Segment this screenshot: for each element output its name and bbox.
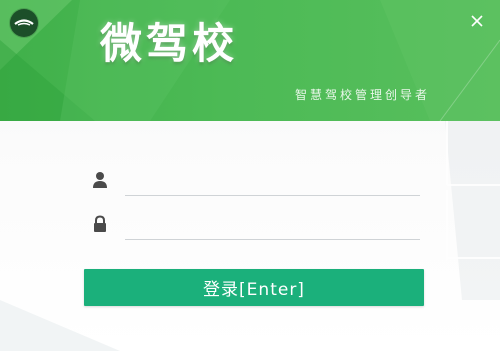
user-icon — [93, 172, 107, 188]
header-banner: 微驾校 智慧驾校管理创导者 — [0, 0, 500, 121]
password-row — [92, 209, 420, 240]
close-button[interactable] — [466, 10, 488, 32]
steering-logo-icon — [14, 19, 34, 26]
app-logo — [10, 9, 38, 37]
app-slogan: 智慧驾校管理创导者 — [294, 88, 430, 102]
login-button[interactable]: 登录[Enter] — [84, 269, 424, 306]
close-icon — [471, 15, 483, 27]
lock-icon — [94, 215, 106, 232]
password-input[interactable] — [125, 211, 420, 240]
app-title: 微驾校 — [100, 19, 239, 68]
username-input[interactable] — [125, 167, 420, 196]
username-row — [92, 165, 420, 196]
login-window: 微驾校 智慧驾校管理创导者 登录[Enter] — [0, 0, 500, 351]
